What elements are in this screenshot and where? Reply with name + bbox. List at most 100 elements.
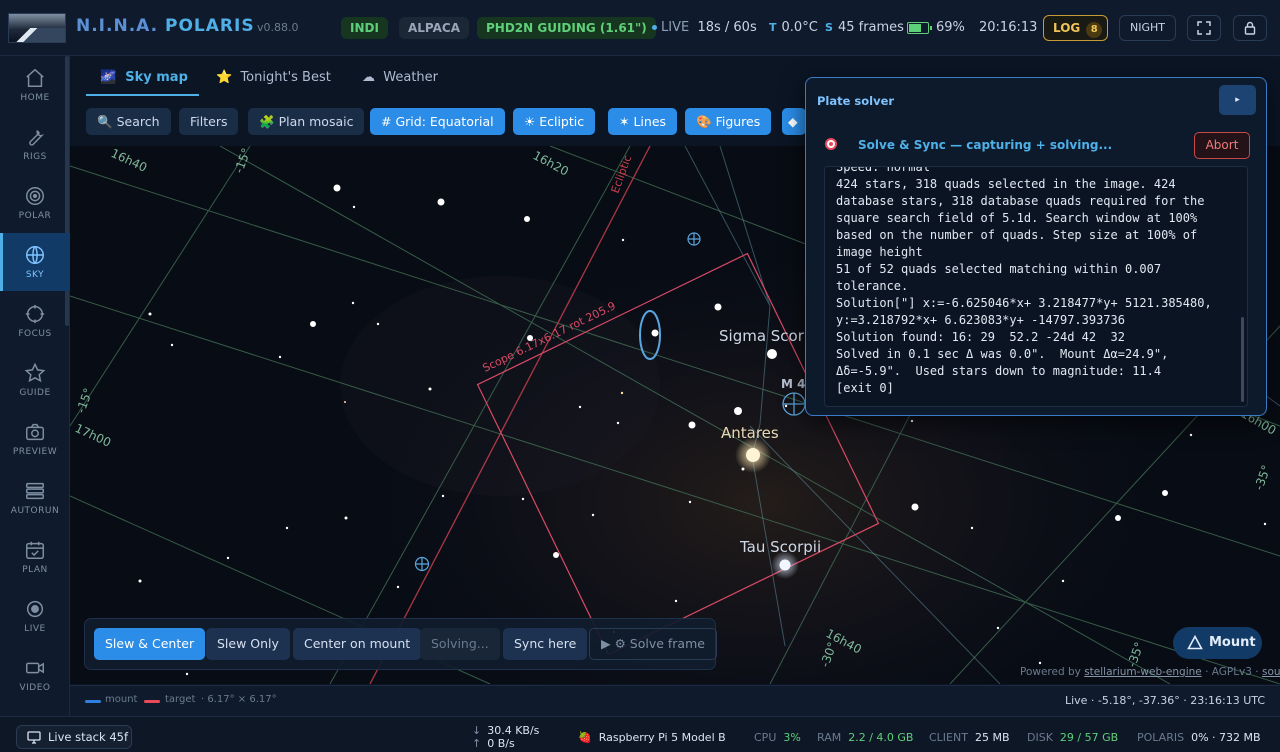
stellarium-link[interactable]: stellarium-web-engine [1084, 666, 1202, 678]
log-scrollbar[interactable] [1241, 317, 1244, 402]
disk-value: 29 / 57 GB [1059, 731, 1119, 744]
live-dot-icon [652, 25, 657, 30]
tab-sky-map[interactable]: 🌌 Sky map [100, 70, 188, 85]
plan-mosaic-button[interactable]: 🧩 Plan mosaic [248, 108, 365, 135]
collapse-panel-button[interactable]: ▸ [1219, 85, 1256, 115]
battery-percent: 69% [936, 20, 965, 35]
solver-log[interactable]: Speed: normal 424 stars, 318 quads selec… [824, 166, 1248, 407]
lock-button[interactable] [1233, 15, 1267, 41]
app-brand: N.I.N.A. POLARIS [76, 16, 255, 36]
mount-action-bar: Slew & Center Slew Only Center on mount … [84, 618, 717, 670]
indi-status-badge[interactable]: INDI [341, 17, 388, 39]
solve-frame-button[interactable]: ▶ ⚙ Solve frame [589, 628, 717, 660]
sidebar-item-focus[interactable]: FOCUS [0, 292, 70, 350]
solving-button[interactable]: Solving... [420, 628, 500, 660]
live-stack-button[interactable]: Live stack 45f [16, 725, 132, 749]
polaris-value: 0% · 732 MB [1191, 731, 1261, 744]
sidebar-label: PLAN [22, 565, 48, 575]
sidebar-item-home[interactable]: HOME [0, 56, 70, 114]
credit-mid: · AGPLv3 · [1201, 666, 1262, 678]
target-legend-swatch [144, 700, 160, 703]
star-icon: ⭐ [216, 70, 233, 85]
tab-tonights-best[interactable]: ⭐ Tonight's Best [216, 70, 331, 85]
sidebar-item-preview[interactable]: PREVIEW [0, 410, 70, 468]
ram-usage: RAM 2.2 / 4.0 GB [817, 731, 913, 744]
ecliptic-toggle[interactable]: ☀ Ecliptic [513, 108, 596, 135]
night-mode-button[interactable]: NIGHT [1119, 15, 1176, 41]
sidebar-item-guide[interactable]: GUIDE [0, 351, 70, 409]
download-arrow-icon: ↓ [472, 724, 482, 737]
alpaca-status-badge[interactable]: ALPACA [399, 17, 470, 39]
star-icon [24, 362, 46, 383]
sidebar-label: LIVE [24, 624, 46, 634]
solver-log-text: Speed: normal 424 stars, 318 quads selec… [836, 166, 1212, 395]
sidebar-label: SKY [25, 270, 45, 280]
sidebar-item-rigs[interactable]: RIGS [0, 115, 70, 173]
slew-center-button[interactable]: Slew & Center [94, 628, 206, 660]
fullscreen-button[interactable] [1187, 15, 1221, 41]
figures-label: Figures [715, 114, 761, 129]
active-tab-indicator [86, 94, 199, 96]
monitor-icon [27, 731, 41, 744]
cpu-value: 3% [783, 731, 801, 744]
mount-label: Mount [1209, 635, 1256, 650]
sidebar-label: GUIDE [19, 388, 51, 398]
sidebar-item-plan[interactable]: PLAN [0, 528, 70, 586]
fullscreen-icon [1197, 21, 1211, 35]
log-button[interactable]: LOG 8 [1043, 15, 1108, 41]
abort-button[interactable]: Abort [1194, 132, 1250, 159]
sidebar-item-polar[interactable]: POLAR [0, 174, 70, 232]
lines-toggle[interactable]: ✶ Lines [608, 108, 678, 135]
tab-weather[interactable]: ☁ Weather [362, 70, 438, 85]
ram-value: 2.2 / 4.0 GB [848, 731, 914, 744]
sidebar-label: RIGS [23, 152, 47, 162]
brand-main: N.I.N.A. [76, 16, 159, 36]
live-label: LIVE [661, 20, 690, 35]
sync-here-button[interactable]: Sync here [503, 628, 588, 660]
sidebar-item-live[interactable]: LIVE [0, 587, 70, 645]
source-link[interactable]: source [1262, 666, 1280, 678]
cluster-marker[interactable] [414, 556, 430, 572]
mount-button[interactable]: Mount [1173, 627, 1262, 659]
wrench-icon [29, 130, 45, 146]
video-icon [26, 662, 44, 674]
sun-icon: ☀ [524, 114, 536, 129]
sidebar-label: AUTORUN [10, 506, 60, 516]
filters-button[interactable]: Filters [179, 108, 239, 135]
sidebar-item-video[interactable]: VIDEO [0, 646, 70, 704]
mount-legend-label: mount [105, 694, 138, 705]
more-icon: ◆ [788, 114, 798, 129]
sidebar-item-sky[interactable]: SKY [0, 233, 70, 291]
cluster-marker[interactable] [687, 232, 701, 246]
lock-icon [1244, 21, 1256, 35]
puzzle-icon: 🧩 [259, 114, 275, 129]
sidebar-item-autorun[interactable]: AUTORUN [0, 469, 70, 527]
disk-key: DISK [1027, 731, 1053, 744]
center-on-mount-button[interactable]: Center on mount [293, 628, 422, 660]
temp-key: T [769, 21, 777, 34]
galaxy-icon: 🌌 [100, 70, 117, 85]
phd2-status-badge[interactable]: PHD2N GUIDING (1.61") [477, 17, 656, 39]
ecliptic-label: Ecliptic [539, 114, 585, 129]
m4-label: M 4 [781, 377, 805, 391]
tau-scorpii-star[interactable] [779, 559, 791, 571]
antares-star[interactable] [746, 448, 760, 462]
cloud-icon: ☁ [362, 70, 375, 85]
grid-equatorial-toggle[interactable]: # Grid: Equatorial [370, 108, 505, 135]
upload-arrow-icon: ↑ [472, 737, 482, 750]
live-icon [26, 600, 44, 618]
download-rate: 30.4 KB/s [487, 724, 540, 737]
upload-rate: 0 B/s [487, 737, 515, 750]
figures-toggle[interactable]: 🎨 Figures [685, 108, 772, 135]
log-count-badge: 8 [1086, 22, 1103, 38]
cpu-key: CPU [754, 731, 777, 744]
grid-label: Grid: Equatorial [395, 114, 494, 129]
client-key: CLIENT [929, 731, 968, 744]
slew-only-button[interactable]: Slew Only [206, 628, 290, 660]
more-toggle[interactable]: ◆ [782, 108, 806, 135]
search-button[interactable]: 🔍 Search [86, 108, 171, 135]
brand-sub: POLARIS [165, 16, 255, 36]
sidebar-label: POLAR [18, 211, 52, 221]
lines-label: Lines [633, 114, 667, 129]
cluster-marker-m4[interactable] [782, 392, 806, 416]
